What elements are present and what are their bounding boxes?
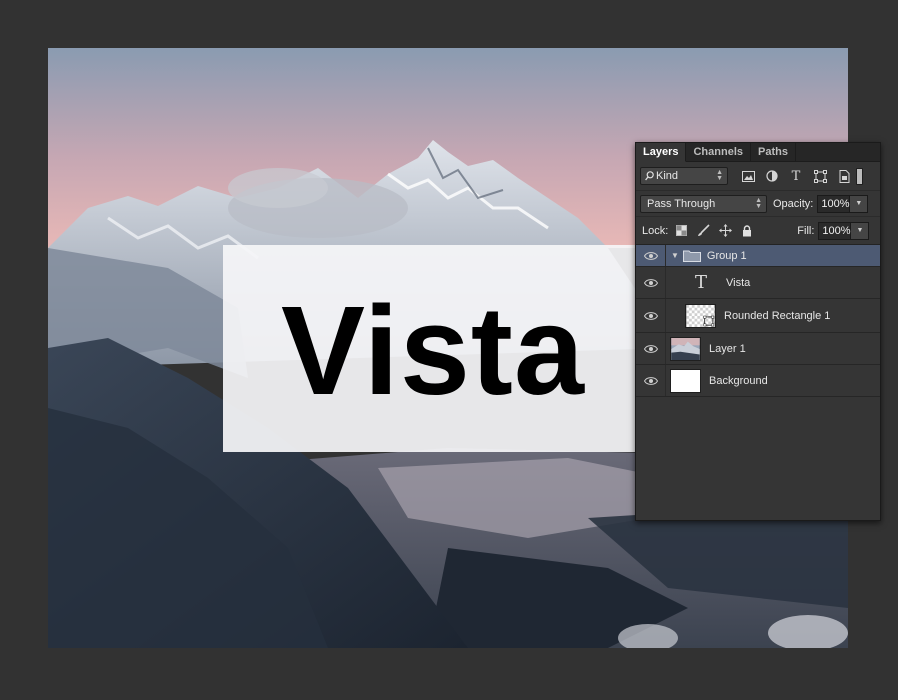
filter-row: Kind ▲ ▼ T bbox=[636, 162, 880, 190]
layer-name: Background bbox=[709, 374, 768, 387]
select-spinner-icon: ▲ ▼ bbox=[755, 196, 762, 210]
visibility-toggle[interactable] bbox=[636, 267, 666, 298]
shape-layer-thumbnail bbox=[685, 303, 716, 328]
lock-label: Lock: bbox=[642, 224, 669, 237]
opacity-input[interactable]: 100% bbox=[817, 194, 851, 213]
visibility-toggle[interactable] bbox=[636, 245, 666, 266]
tab-channels[interactable]: Channels bbox=[686, 143, 751, 161]
eye-icon bbox=[643, 376, 658, 385]
layer-row-background[interactable]: Background bbox=[636, 365, 880, 397]
background-layer-thumbnail bbox=[670, 368, 701, 393]
rounded-rectangle-shape: Vista bbox=[223, 245, 643, 452]
adjustment-filter-icon[interactable] bbox=[764, 168, 780, 184]
tab-layers[interactable]: Layers bbox=[636, 143, 687, 162]
opacity-dropdown-button[interactable]: ▼ bbox=[850, 194, 869, 213]
visibility-toggle[interactable] bbox=[636, 365, 666, 396]
lock-row: Lock: Fill: 100% ▼ bbox=[636, 216, 880, 244]
folder-icon bbox=[682, 250, 701, 262]
shape-filter-icon[interactable] bbox=[812, 168, 828, 184]
layer-name: Group 1 bbox=[706, 249, 747, 262]
eye-icon bbox=[643, 311, 658, 320]
layer-row-rounded-rectangle-1[interactable]: Rounded Rectangle 1 bbox=[636, 299, 880, 333]
layer-row-group-1[interactable]: ▼ Group 1 bbox=[636, 245, 880, 267]
text-layer-icon: T bbox=[694, 272, 707, 293]
type-filter-icon[interactable]: T bbox=[788, 168, 804, 184]
filter-toggle-switch[interactable] bbox=[856, 167, 863, 185]
lock-position-icon[interactable] bbox=[717, 223, 733, 239]
fill-dropdown-button[interactable]: ▼ bbox=[851, 221, 870, 240]
search-icon bbox=[645, 171, 654, 181]
fill-label: Fill: bbox=[797, 224, 815, 237]
expand-triangle-icon[interactable]: ▼ bbox=[671, 251, 679, 260]
vista-text-layer: Vista bbox=[281, 279, 585, 421]
blend-mode-select[interactable]: Pass Through ▲ ▼ bbox=[640, 194, 767, 213]
smart-object-filter-icon[interactable] bbox=[836, 168, 852, 184]
lock-transparent-pixels-icon[interactable] bbox=[673, 223, 689, 239]
fill-input[interactable]: 100% bbox=[818, 221, 852, 240]
kind-filter-select[interactable]: Kind ▲ ▼ bbox=[640, 167, 728, 185]
eye-icon bbox=[643, 344, 658, 353]
layer-row-vista[interactable]: T Vista bbox=[636, 267, 880, 299]
blend-mode-value: Pass Through bbox=[647, 197, 716, 210]
image-filter-icon[interactable] bbox=[740, 168, 756, 184]
lock-all-icon[interactable] bbox=[739, 223, 755, 239]
visibility-toggle[interactable] bbox=[636, 333, 666, 364]
layer-name: Vista bbox=[726, 276, 751, 289]
layer-list: ▼ Group 1 T Vista Rounded Rectangle 1 La… bbox=[636, 244, 880, 397]
layer-row-layer-1[interactable]: Layer 1 bbox=[636, 333, 880, 365]
layer-name: Rounded Rectangle 1 bbox=[724, 309, 831, 322]
blend-row: Pass Through ▲ ▼ Opacity: 100% ▼ bbox=[636, 190, 880, 216]
eye-icon bbox=[643, 278, 658, 287]
layer-name: Layer 1 bbox=[709, 342, 746, 355]
visibility-toggle[interactable] bbox=[636, 299, 666, 332]
eye-icon bbox=[643, 251, 658, 260]
panel-tabs: Layers Channels Paths bbox=[636, 143, 880, 162]
opacity-label: Opacity: bbox=[773, 197, 814, 210]
layers-panel: Layers Channels Paths Kind ▲ ▼ T Pass Th… bbox=[635, 142, 881, 521]
select-spinner-icon: ▲ ▼ bbox=[716, 169, 723, 182]
kind-filter-label: Kind bbox=[656, 170, 679, 182]
lock-image-pixels-icon[interactable] bbox=[695, 223, 711, 239]
tab-paths[interactable]: Paths bbox=[751, 143, 796, 161]
image-layer-thumbnail bbox=[670, 336, 701, 361]
